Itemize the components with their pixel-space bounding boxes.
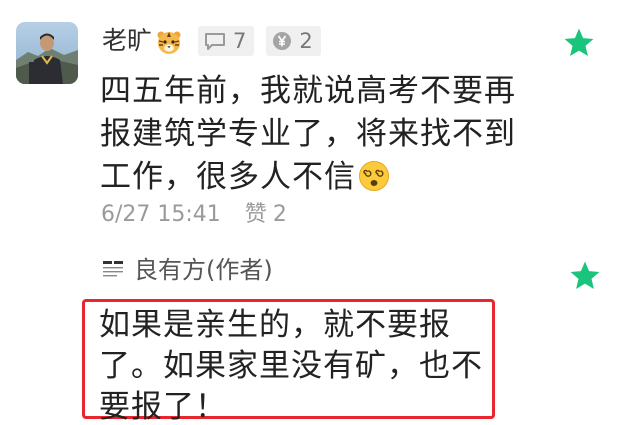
like-button[interactable]: 赞 2 [245,200,287,230]
comment-body: 四五年前，我就说高考不要再报建筑学专业了，将来找不到工作，很多人不信 [100,70,520,199]
reward-count-badge[interactable]: 2 [266,26,321,56]
avatar[interactable] [16,22,78,84]
like-count: 2 [272,202,287,227]
yuan-coin-icon [272,31,292,51]
reward-count: 2 [299,29,313,53]
reply-text: 如果是亲生的，就不要报了。如果家里没有矿，也不要报了！ [99,307,483,425]
comment-bubble-icon [204,32,226,50]
reply-author-name[interactable]: 良有方(作者) [134,254,273,286]
dizzy-face-emoji [358,160,390,192]
reply-count: 7 [233,29,247,53]
author-name[interactable]: 老旷 [102,24,152,58]
author-logo-icon [101,259,125,281]
tiger-face-icon [156,29,182,55]
star-icon[interactable] [562,26,596,60]
like-label: 赞 [244,202,267,227]
comment-header: 老旷 7 2 [102,24,321,58]
comment-text: 四五年前，我就说高考不要再报建筑学专业了，将来找不到工作，很多人不信 [100,73,516,195]
comment-date: 6/27 15:41 [101,202,221,227]
star-icon-reply[interactable] [568,259,602,293]
comment-meta: 6/27 15:41 赞 2 [101,200,287,230]
reply-count-badge[interactable]: 7 [198,26,255,56]
comment-thread: 老旷 7 2 四五年前，我就说高考不要再报建筑学专业了，将来找不到工作，很多人不… [0,0,628,425]
